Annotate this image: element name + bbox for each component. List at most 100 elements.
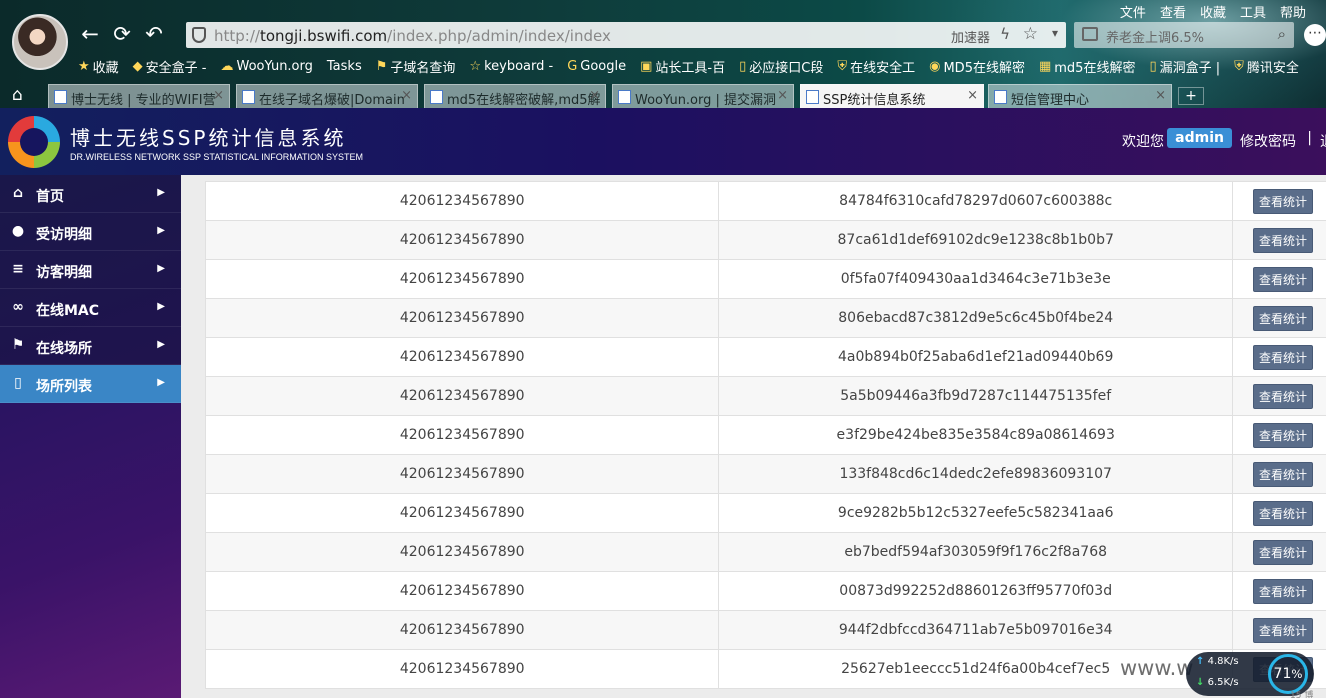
bookmark-item[interactable]: ☆ keyboard - bbox=[469, 56, 553, 76]
address-bar[interactable]: http://tongji.bswifi.com/index.php/admin… bbox=[186, 22, 1066, 48]
sidebar-item-venue-list[interactable]: ▯ 场所列表 ▶ bbox=[0, 365, 181, 403]
sidebar-item-label: 场所列表 bbox=[36, 379, 92, 395]
venue-hash-cell: 806ebacd87c3812d9e5c6c45b0f4be24 bbox=[718, 298, 1234, 338]
caret-right-icon: ▶ bbox=[157, 263, 165, 274]
bookmark-item[interactable]: ◆ 安全盒子 - bbox=[133, 56, 207, 76]
action-cell: 查看统计 bbox=[1232, 220, 1326, 260]
bookmark-item[interactable]: ⛨ 腾讯安全 bbox=[1234, 56, 1299, 76]
venue-hash-cell: 133f848cd6c14dedc2efe89836093107 bbox=[718, 454, 1234, 494]
table-row: 42061234567890 87ca61d1def69102dc9e1238c8… bbox=[204, 220, 1326, 260]
caret-right-icon: ▶ bbox=[157, 377, 165, 388]
user-avatar[interactable] bbox=[12, 14, 68, 70]
accelerator-label[interactable]: 加速器 bbox=[951, 27, 990, 46]
star-icon[interactable]: ☆ bbox=[1023, 24, 1038, 44]
search-icon[interactable]: ⌕ bbox=[1278, 25, 1286, 43]
bookmark-item[interactable]: ▯ 必应接口C段 bbox=[739, 56, 823, 76]
refresh-icon[interactable]: ⟳ bbox=[110, 22, 134, 46]
browser-tab[interactable]: md5在线解密破解,md5解 × bbox=[424, 84, 606, 108]
bookmark-item[interactable]: ▣ 站长工具-百 bbox=[640, 56, 725, 76]
table-row: 42061234567890 84784f6310cafd78297d0607c6… bbox=[204, 181, 1326, 221]
sidebar-item-online-mac[interactable]: ∞ 在线MAC ▶ bbox=[0, 289, 181, 327]
menu-file[interactable]: 文件 bbox=[1120, 2, 1146, 21]
lightning-icon[interactable]: ϟ bbox=[1000, 25, 1010, 43]
venue-table: 42061234567890 84784f6310cafd78297d0607c6… bbox=[204, 181, 1326, 689]
sidebar-item-label: 访客明细 bbox=[36, 265, 92, 281]
sidebar-item-online-venue[interactable]: ⚑ 在线场所 ▶ bbox=[0, 327, 181, 365]
back-arrow-icon[interactable]: ← bbox=[78, 22, 102, 46]
system-subtitle: DR.WIRELESS NETWORK SSP STATISTICAL INFO… bbox=[70, 152, 364, 162]
new-tab-button[interactable]: + bbox=[1178, 87, 1204, 105]
table-row: 42061234567890 0f5fa07f409430aa1d3464c3e7… bbox=[204, 259, 1326, 299]
bookmark-icon: ☁ bbox=[220, 58, 234, 74]
table-row: 42061234567890 4a0b894b0f25aba6d1ef21ad09… bbox=[204, 337, 1326, 377]
page-icon: ▯ bbox=[739, 58, 747, 74]
view-stats-button[interactable]: 查看统计 bbox=[1253, 266, 1314, 292]
bookmark-item[interactable]: ◉ MD5在线解密 bbox=[929, 56, 1025, 76]
bookmark-item[interactable]: G Google bbox=[567, 56, 626, 76]
table-row: 42061234567890 eb7bedf594af303059f9f176c2… bbox=[204, 532, 1326, 572]
logout-link[interactable]: 退 bbox=[1320, 131, 1326, 151]
venue-hash-cell: e3f29be424be835e3584c89a08614693 bbox=[718, 415, 1234, 455]
close-icon[interactable]: × bbox=[1155, 88, 1166, 103]
browser-tab[interactable]: 在线子域名爆破|Domain × bbox=[236, 84, 418, 108]
view-stats-button[interactable]: 查看统计 bbox=[1253, 383, 1314, 409]
menu-tools[interactable]: 工具 bbox=[1240, 2, 1266, 21]
browser-tab[interactable]: 短信管理中心 × bbox=[988, 84, 1172, 108]
close-icon[interactable]: × bbox=[967, 88, 978, 103]
sidebar-item-visited-detail[interactable]: ● 受访明细 ▶ bbox=[0, 213, 181, 251]
location-pin-icon: ● bbox=[11, 223, 25, 239]
chevron-down-icon[interactable]: ▾ bbox=[1052, 26, 1058, 40]
view-stats-button[interactable]: 查看统计 bbox=[1253, 578, 1314, 604]
home-icon[interactable]: ⌂ bbox=[12, 85, 23, 105]
browser-tab[interactable]: WooYun.org | 提交漏洞 × bbox=[612, 84, 794, 108]
menu-view[interactable]: 查看 bbox=[1160, 2, 1186, 21]
bookmark-item[interactable]: ⚑ 子域名查询 bbox=[376, 56, 456, 76]
bookmark-item[interactable]: ☁ WooYun.org bbox=[221, 56, 313, 76]
url-text[interactable]: http://tongji.bswifi.com/index.php/admin… bbox=[214, 27, 611, 45]
browser-tab-active[interactable]: SSP统计信息系统 × bbox=[800, 84, 984, 108]
sidebar-item-visitor-detail[interactable]: ≡ 访客明细 ▶ bbox=[0, 251, 181, 289]
search-engine-icon[interactable] bbox=[1082, 27, 1098, 41]
caret-right-icon: ▶ bbox=[157, 187, 165, 198]
view-stats-button[interactable]: 查看统计 bbox=[1253, 461, 1314, 487]
close-icon[interactable]: × bbox=[777, 88, 788, 103]
action-cell: 查看统计 bbox=[1232, 454, 1326, 494]
view-stats-button[interactable]: 查看统计 bbox=[1253, 344, 1314, 370]
bookmark-item[interactable]: ★ 收藏 bbox=[78, 56, 119, 76]
search-box[interactable]: 养老金上调6.5% ⌕ bbox=[1074, 22, 1294, 48]
action-cell: 查看统计 bbox=[1232, 376, 1326, 416]
close-icon[interactable]: × bbox=[213, 88, 224, 103]
change-password-link[interactable]: 修改密码 bbox=[1240, 131, 1296, 151]
flag-icon: ⚑ bbox=[11, 337, 25, 353]
venue-id-cell: 42061234567890 bbox=[204, 337, 720, 377]
search-placeholder: 养老金上调6.5% bbox=[1106, 31, 1205, 46]
view-stats-button[interactable]: 查看统计 bbox=[1253, 188, 1314, 214]
more-icon[interactable]: ⋯ bbox=[1304, 24, 1326, 46]
view-stats-button[interactable]: 查看统计 bbox=[1253, 617, 1314, 643]
table-row: 42061234567890 806ebacd87c3812d9e5c6c45b0… bbox=[204, 298, 1326, 338]
view-stats-button[interactable]: 查看统计 bbox=[1253, 422, 1314, 448]
bookmark-item[interactable]: ▦ md5在线解密 bbox=[1039, 56, 1135, 76]
browser-tab[interactable]: 博士无线 | 专业的WIFI营 × bbox=[48, 84, 230, 108]
view-stats-button[interactable]: 查看统计 bbox=[1253, 539, 1314, 565]
bookmark-icon: ◉ bbox=[929, 58, 941, 74]
venue-id-cell: 42061234567890 bbox=[204, 571, 720, 611]
bookmark-item[interactable]: ▯ 漏洞盒子 | bbox=[1149, 56, 1220, 76]
bookmark-item[interactable]: Tasks bbox=[327, 56, 362, 76]
sidebar-item-home[interactable]: ⌂ 首页 ▶ bbox=[0, 175, 181, 213]
view-stats-button[interactable]: 查看统计 bbox=[1253, 305, 1314, 331]
view-stats-button[interactable]: 查看统计 bbox=[1253, 500, 1314, 526]
sidebar-item-label: 受访明细 bbox=[36, 227, 92, 243]
undo-icon[interactable]: ↶ bbox=[142, 22, 166, 46]
bookmark-item[interactable]: ⛨ 在线安全工 bbox=[837, 56, 915, 76]
menu-help[interactable]: 帮助 bbox=[1280, 2, 1306, 21]
action-cell: 查看统计 bbox=[1232, 532, 1326, 572]
sidebar-item-label: 在线MAC bbox=[36, 303, 100, 319]
table-row: 42061234567890 944f2dbfccd364711ab7e5b097… bbox=[204, 610, 1326, 650]
view-stats-button[interactable]: 查看统计 bbox=[1253, 227, 1314, 253]
venue-id-cell: 42061234567890 bbox=[204, 298, 720, 338]
close-icon[interactable]: × bbox=[589, 88, 600, 103]
close-icon[interactable]: × bbox=[401, 88, 412, 103]
menu-favorites[interactable]: 收藏 bbox=[1200, 2, 1226, 21]
table-row: 42061234567890 9ce9282b5b12c5327eefe5c582… bbox=[204, 493, 1326, 533]
